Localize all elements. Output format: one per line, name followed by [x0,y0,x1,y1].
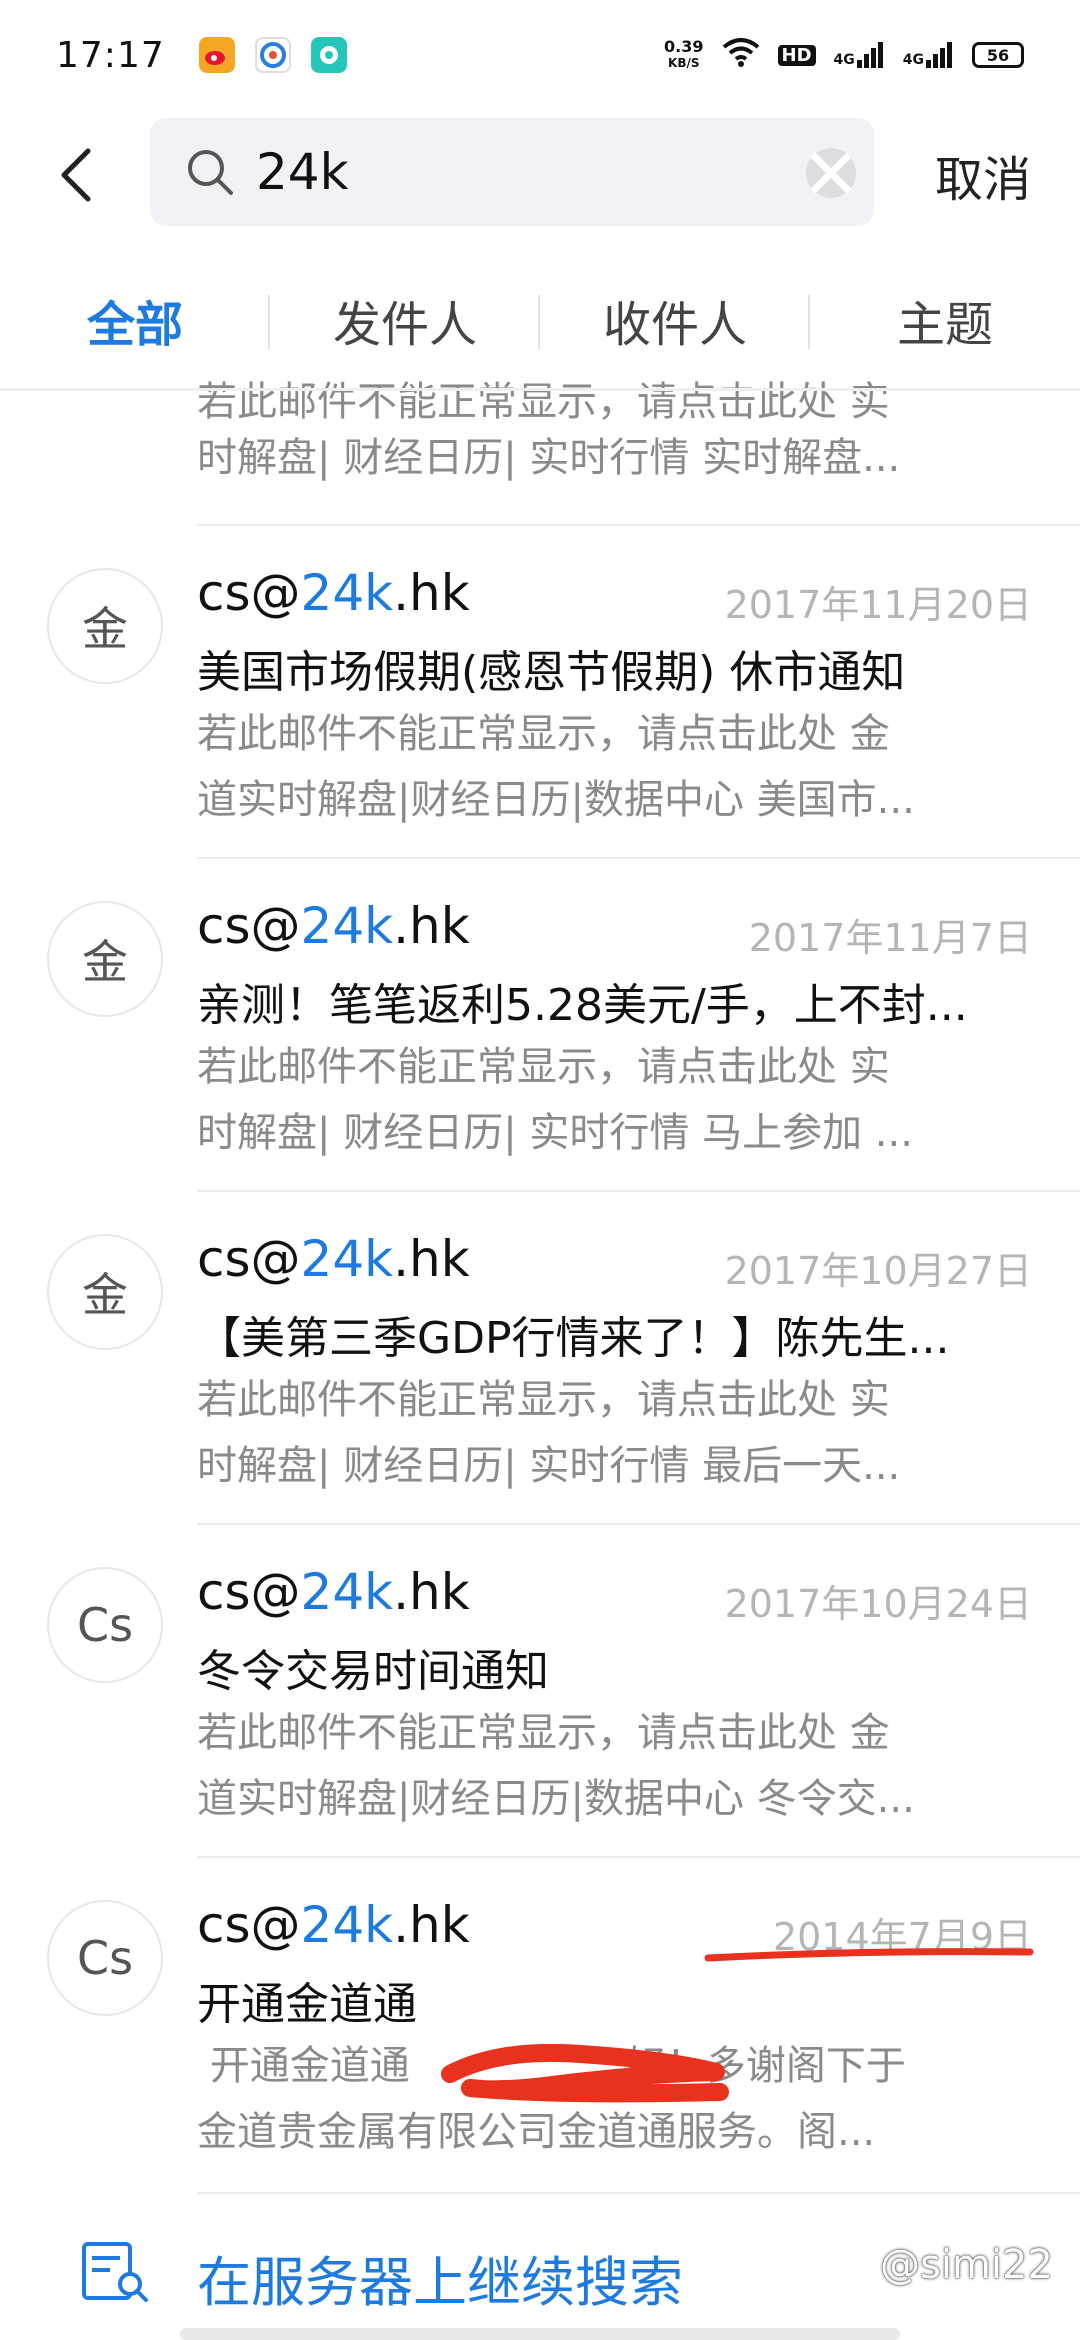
red-redaction-scribble [441,2044,729,2103]
search-header: 取消 [0,110,1080,240]
divider [197,2192,1080,2194]
signal-4g-2: 4G [903,42,954,68]
avatar: 金 [47,568,163,684]
red-underline-annotation [704,1948,1034,1962]
avatar: Cs [47,1567,163,1683]
avatar: 金 [47,1234,163,1350]
email-preview: 若此邮件不能正常显示，请点击此处 金道实时解盘|财经日历|数据中心 冬令交... [197,1710,915,1822]
signal-bars-icon [856,42,883,68]
status-bar: 17:17 0.39 KB/S HD 4G 4G 56 [0,0,1080,110]
email-row[interactable]: 金 cs@24k.hk 2017年11月7日 亲测！笔笔返利5.28美元/手，上… [0,859,1080,1192]
email-date: 2017年11月20日 [724,583,1032,627]
email-row[interactable]: 金 cs@24k.hk 2017年11月20日 美国市场假期(感恩节假期) 休市… [0,526,1080,859]
search-input[interactable] [256,143,756,201]
tabs-divider [0,388,1080,391]
signal-bars-icon [926,42,952,68]
email-subject: 冬令交易时间通知 [197,1646,549,1697]
hd-badge: HD [777,44,816,66]
tab-all[interactable]: 全部 [0,285,270,355]
network-speed: 0.39 KB/S [664,39,703,71]
status-indicators: 0.39 KB/S HD 4G 4G 56 [664,37,1024,73]
email-row[interactable]: 金 cs@24k.hk 2017年10月27日 【美第三季GDP行情来了！】陈先… [0,1192,1080,1525]
search-highlight: 24k [300,1563,394,1621]
sender: cs@24k.hk [197,1563,470,1621]
tab-sender[interactable]: 发件人 [270,285,540,355]
sender: cs@24k.hk [197,897,470,955]
email-preview: 若此邮件不能正常显示，请点击此处 实时解盘| 财经日历| 实时行情 马上参加 .… [197,1044,913,1156]
email-preview: 若此邮件不能正常显示，请点击此处 实时解盘| 财经日历| 实时行情 最后一天..… [197,1377,901,1489]
clear-search-button[interactable] [806,148,856,198]
search-box[interactable] [150,118,874,226]
email-subject: 【美第三季GDP行情来了！】陈先生... [197,1313,950,1364]
email-date: 2017年11月7日 [748,916,1032,960]
watermark: @simi22 [880,2242,1053,2288]
wifi-icon [722,37,760,73]
email-date: 2017年10月27日 [724,1249,1032,1293]
avatar: Cs [47,1900,163,2016]
network-speed-value: 0.39 [664,37,704,56]
chat-app-icon [310,37,347,73]
filter-tabs: 全部 发件人 收件人 主题 [0,270,1080,370]
email-date: 2017年10月24日 [724,1582,1032,1626]
avatar: 金 [47,901,163,1017]
chevron-left-icon [61,148,91,202]
cancel-button[interactable]: 取消 [935,140,1031,210]
server-search-label: 在服务器上继续搜索 [197,2251,683,2314]
status-app-icons [198,37,347,73]
back-button[interactable] [0,115,150,235]
close-icon [810,152,852,194]
status-time: 17:17 [56,34,165,76]
network-speed-unit: KB/S [668,56,700,70]
battery-icon: 56 [972,42,1024,68]
email-subject: 开通金道通 [197,1979,417,2030]
weibo-icon [198,37,235,73]
email-subject: 亲测！笔笔返利5.28美元/手，上不封... [197,980,968,1031]
sender: cs@24k.hk [197,1230,470,1288]
search-highlight: 24k [300,564,394,622]
signal-4g-1: 4G [834,42,885,68]
email-preview: 若此邮件不能正常显示，请点击此处 金道实时解盘|财经日历|数据中心 美国市... [197,711,915,823]
tab-subject[interactable]: 主题 [810,285,1080,355]
server-search-icon [82,2242,148,2302]
sender: cs@24k.hk [197,1896,470,1954]
list-item-partial[interactable]: 若此邮件不能正常显示，请点击此处 实 时解盘| 财经日历| 实时行情 实时解盘.… [0,380,1080,525]
email-row[interactable]: Cs cs@24k.hk 2017年10月24日 冬令交易时间通知 若此邮件不能… [0,1525,1080,1858]
browser-icon [254,37,291,73]
preview-line-2: 时解盘| 财经日历| 实时行情 实时解盘... [197,435,901,481]
search-highlight: 24k [300,1896,394,1954]
home-indicator [180,2328,900,2340]
search-highlight: 24k [300,897,394,955]
sender: cs@24k.hk [197,564,470,622]
tab-recipient[interactable]: 收件人 [540,285,810,355]
email-subject: 美国市场假期(感恩节假期) 休市通知 [197,647,906,698]
search-icon [188,150,233,195]
email-row[interactable]: Cs cs@24k.hk 2014年7月9日 开通金道通 开通金道通 好！多谢阁… [0,1858,1080,2191]
search-highlight: 24k [300,1230,394,1288]
